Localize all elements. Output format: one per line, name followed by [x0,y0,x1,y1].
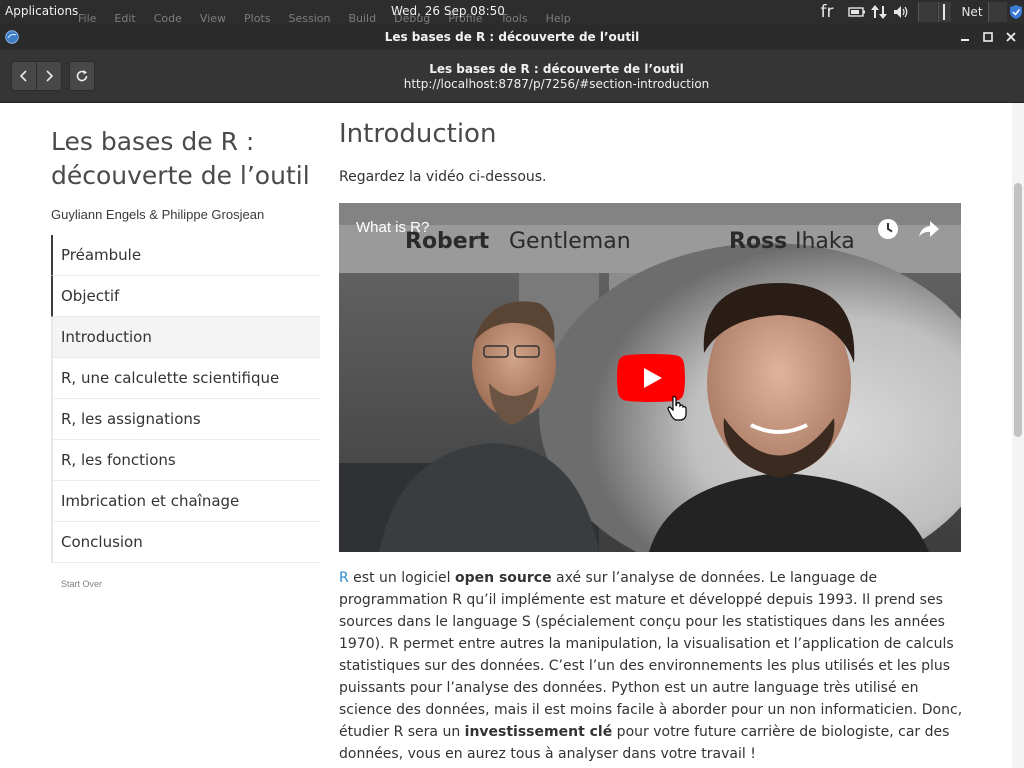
video-player[interactable]: Robert Gentleman Ross Ihaka What is R? [339,203,961,552]
system-panel: File Edit Code View Plots Session Build Debug Pr… [0,0,1024,25]
nav-item-objectif[interactable]: Objectif [51,276,320,317]
nav-item-assignations[interactable]: R, les assignations [51,399,320,440]
share-icon[interactable] [917,217,941,241]
video-title[interactable]: What is R? [356,219,429,236]
system-tray: fr Net [814,0,1024,24]
paragraph-text-2: axé sur l’analyse de données. Le languag… [339,570,963,740]
nav-item-preambule[interactable]: Préambule [51,235,320,276]
nav-item-conclusion[interactable]: Conclusion [51,522,320,563]
scrollbar-thumb[interactable] [1014,183,1022,437]
memory-graph-icon[interactable] [938,2,951,22]
keyboard-layout-indicator[interactable]: fr [814,2,840,22]
nav-item-fonctions[interactable]: R, les fonctions [51,440,320,481]
hand-pointer-cursor-icon [667,396,687,421]
intro-text: Regardez la vidéo ci-dessous. [339,169,547,185]
cpu-graph-icon[interactable] [918,2,937,22]
r-project-link[interactable]: R [339,570,349,586]
shield-icon[interactable] [1008,2,1024,22]
window-title: Les bases de R : découverte de l’outil [384,30,640,44]
video-name-left-last: Gentleman [509,229,631,254]
paragraph-text-1: est un logiciel [348,570,455,586]
close-button[interactable] [1002,28,1020,46]
nav-item-introduction[interactable]: Introduction [51,317,320,358]
tutorial-page[interactable]: Les bases de R : découverte de l’outil G… [0,103,1012,768]
maximize-button[interactable] [979,28,997,46]
authors: Guyliann Engels & Philippe Grosjean [51,207,265,222]
nav-item-imbrication[interactable]: Imbrication et chaînage [51,481,320,522]
toolbar-page-title: Les bases de R : découverte de l’outil [429,62,684,76]
window-titlebar[interactable]: Les bases de R : découverte de l’outil [0,24,1024,50]
paragraph-bold-open-source: open source [455,570,552,586]
clock[interactable]: Wed, 26 Sep 08:50 [391,4,505,18]
watch-later-icon[interactable] [876,217,900,241]
toolbar-url: http://localhost:8787/p/7256/#section-in… [403,77,710,91]
section-nav: Préambule Objectif Introduction R, une c… [51,235,320,563]
video-name-right-last: Ihaka [795,229,855,254]
intro-paragraph: R est un logiciel open source axé sur l’… [339,567,963,765]
battery-icon[interactable] [848,2,866,22]
doc-title: Les bases de R : découverte de l’outil [51,127,310,190]
video-name-right-first: Ross [729,229,787,254]
applications-menu[interactable]: Applications [5,4,78,18]
net-graph-icon[interactable] [988,2,1007,22]
paragraph-bold-investissement: investissement clé [464,724,613,740]
start-over-link[interactable]: Start Over [61,579,102,589]
nav-item-calculette[interactable]: R, une calculette scientifique [51,358,320,399]
minimize-button[interactable] [956,28,974,46]
page-scrollbar[interactable] [1012,103,1024,768]
viewer-toolbar: Les bases de R : découverte de l’outil h… [0,50,1024,103]
network-label[interactable]: Net [958,2,986,22]
volume-icon[interactable] [892,2,910,22]
section-title: Introduction [339,119,497,149]
network-transfer-icon[interactable] [870,2,888,22]
